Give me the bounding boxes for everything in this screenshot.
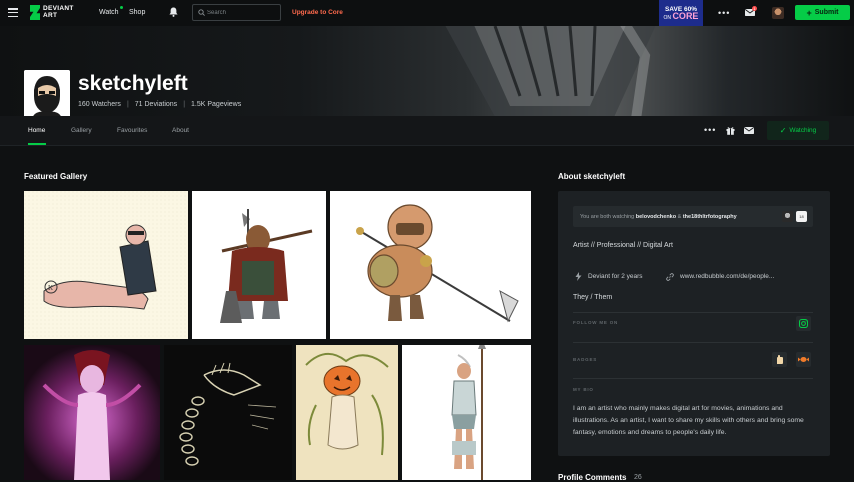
badges-label: BADGES xyxy=(573,357,598,362)
divider xyxy=(573,312,813,313)
bio-text: I am an artist who mainly makes digital … xyxy=(573,405,804,436)
user-avatar[interactable] xyxy=(772,7,784,19)
follow-me-label: FOLLOW ME ON xyxy=(573,320,619,325)
divider xyxy=(573,378,813,379)
tab-gallery[interactable]: Gallery xyxy=(71,127,92,134)
instagram-icon[interactable] xyxy=(796,316,811,331)
mail-badge: 1 xyxy=(752,6,757,11)
about-title: About sketchyleft xyxy=(558,172,626,181)
tab-about[interactable]: About xyxy=(172,127,189,134)
stats-separator: | xyxy=(126,101,129,108)
instagram-glyph xyxy=(799,319,808,328)
deviations-count[interactable]: 71 Deviations xyxy=(135,101,177,108)
reclining-man-artwork: K xyxy=(24,191,188,339)
mutual-watcher-avatar-2[interactable]: 18 xyxy=(796,211,807,222)
deviant-for-text: Deviant for 2 years xyxy=(588,273,643,280)
tab-favourites[interactable]: Favourites xyxy=(117,127,147,134)
profile-stats: 160 Watchers | 71 Deviations | 1.5K Page… xyxy=(78,101,241,108)
mutual-watcher-avatar-1[interactable] xyxy=(782,211,793,222)
deviant-bolt-icon xyxy=(575,272,582,281)
hamburger-icon[interactable] xyxy=(8,8,18,18)
profile-more-icon[interactable]: ••• xyxy=(704,125,716,135)
profile-tagline: Artist // Professional // Digital Art xyxy=(573,242,673,249)
watchers-count[interactable]: 160 Watchers xyxy=(78,101,121,108)
armored-knight-artwork xyxy=(356,204,519,323)
gift-icon[interactable] xyxy=(726,126,735,135)
tab-home[interactable]: Home xyxy=(28,127,45,134)
spear-warrior-artwork xyxy=(451,345,486,480)
gallery-item-pumpkin-head-figure[interactable] xyxy=(296,345,398,480)
both-watching-prefix: You are both watching xyxy=(580,214,635,220)
both-watching-user2[interactable]: the18thltrfotography xyxy=(683,214,737,220)
more-icon[interactable]: ••• xyxy=(718,8,730,18)
promo-line2-prefix: ON xyxy=(663,14,672,21)
pumpkin-head-artwork xyxy=(305,353,389,456)
banner-artwork xyxy=(445,26,656,116)
top-bar: DEVIANT ART Watch Shop Upgrade to Core S… xyxy=(0,0,854,26)
gallery-item-dwarf-warrior[interactable] xyxy=(192,191,326,339)
search-input[interactable] xyxy=(207,7,277,19)
gallery-item-reclining-man-sketch[interactable]: K xyxy=(24,191,188,339)
core-promo-banner[interactable]: SAVE 60% ON CORE xyxy=(659,0,703,26)
profile-username: sketchyleft xyxy=(78,72,188,95)
divider xyxy=(573,342,813,343)
deviantart-logo-icon xyxy=(30,5,40,20)
both-watching-text: You are both watching belovodchenko & th… xyxy=(580,214,737,220)
website-link[interactable]: www.redbubble.com/de/people... xyxy=(680,273,774,280)
deviantart-logo[interactable]: DEVIANT ART xyxy=(30,5,74,20)
search-box[interactable] xyxy=(192,4,281,21)
pronouns-text: They / Them xyxy=(573,294,613,301)
plus-icon: + xyxy=(806,7,812,18)
checkmark-icon: ✓ xyxy=(779,126,787,135)
promo-line2-brand: CORE xyxy=(672,10,699,21)
active-tab-indicator xyxy=(28,143,46,145)
demon-woman-artwork xyxy=(24,345,160,480)
badge-hand-icon xyxy=(777,355,783,364)
gallery-item-demon-woman[interactable] xyxy=(24,345,160,480)
badge-icon-1[interactable] xyxy=(772,352,787,367)
badge-icon-2[interactable] xyxy=(796,352,811,367)
nav-watch-link[interactable]: Watch xyxy=(99,6,123,16)
submit-button[interactable]: + Submit xyxy=(795,5,850,20)
both-watching-amp: & xyxy=(677,214,682,220)
upgrade-to-core-link[interactable]: Upgrade to Core xyxy=(292,9,343,16)
profile-avatar[interactable] xyxy=(24,70,70,116)
profile-comments-title: Profile Comments xyxy=(558,473,627,482)
logo-text-line2: ART xyxy=(43,11,58,19)
both-watching-user1[interactable]: belovodchenko xyxy=(636,214,676,220)
link-icon xyxy=(666,273,674,281)
stats-separator: | xyxy=(183,101,186,108)
watch-notification-dot xyxy=(119,6,123,9)
my-bio-label: MY BIO xyxy=(573,387,594,392)
message-icon[interactable] xyxy=(744,127,754,134)
watching-button[interactable]: ✓ Watching xyxy=(767,121,829,140)
gallery-item-spear-warrior-woman[interactable] xyxy=(402,345,531,480)
svg-text:K: K xyxy=(48,284,53,292)
bearded-man-avatar xyxy=(24,70,70,116)
pageviews-count: 1.5K Pageviews xyxy=(191,101,242,108)
search-icon xyxy=(198,9,205,16)
nav-watch-label: Watch xyxy=(99,9,119,16)
nav-shop-link[interactable]: Shop xyxy=(129,9,145,16)
bell-icon[interactable] xyxy=(169,7,178,17)
chained-crocodile-artwork xyxy=(179,362,277,466)
gallery-item-armored-knight[interactable] xyxy=(330,191,531,339)
submit-label: Submit xyxy=(814,9,839,16)
gallery-item-chained-crocodile[interactable] xyxy=(164,345,292,480)
featured-gallery-title: Featured Gallery xyxy=(24,172,88,181)
watching-label: Watching xyxy=(789,127,817,134)
profile-banner: sketchyleft 160 Watchers | 71 Deviations… xyxy=(0,26,854,116)
badge-candy-icon xyxy=(798,357,809,362)
dwarf-warrior-artwork xyxy=(220,209,313,323)
